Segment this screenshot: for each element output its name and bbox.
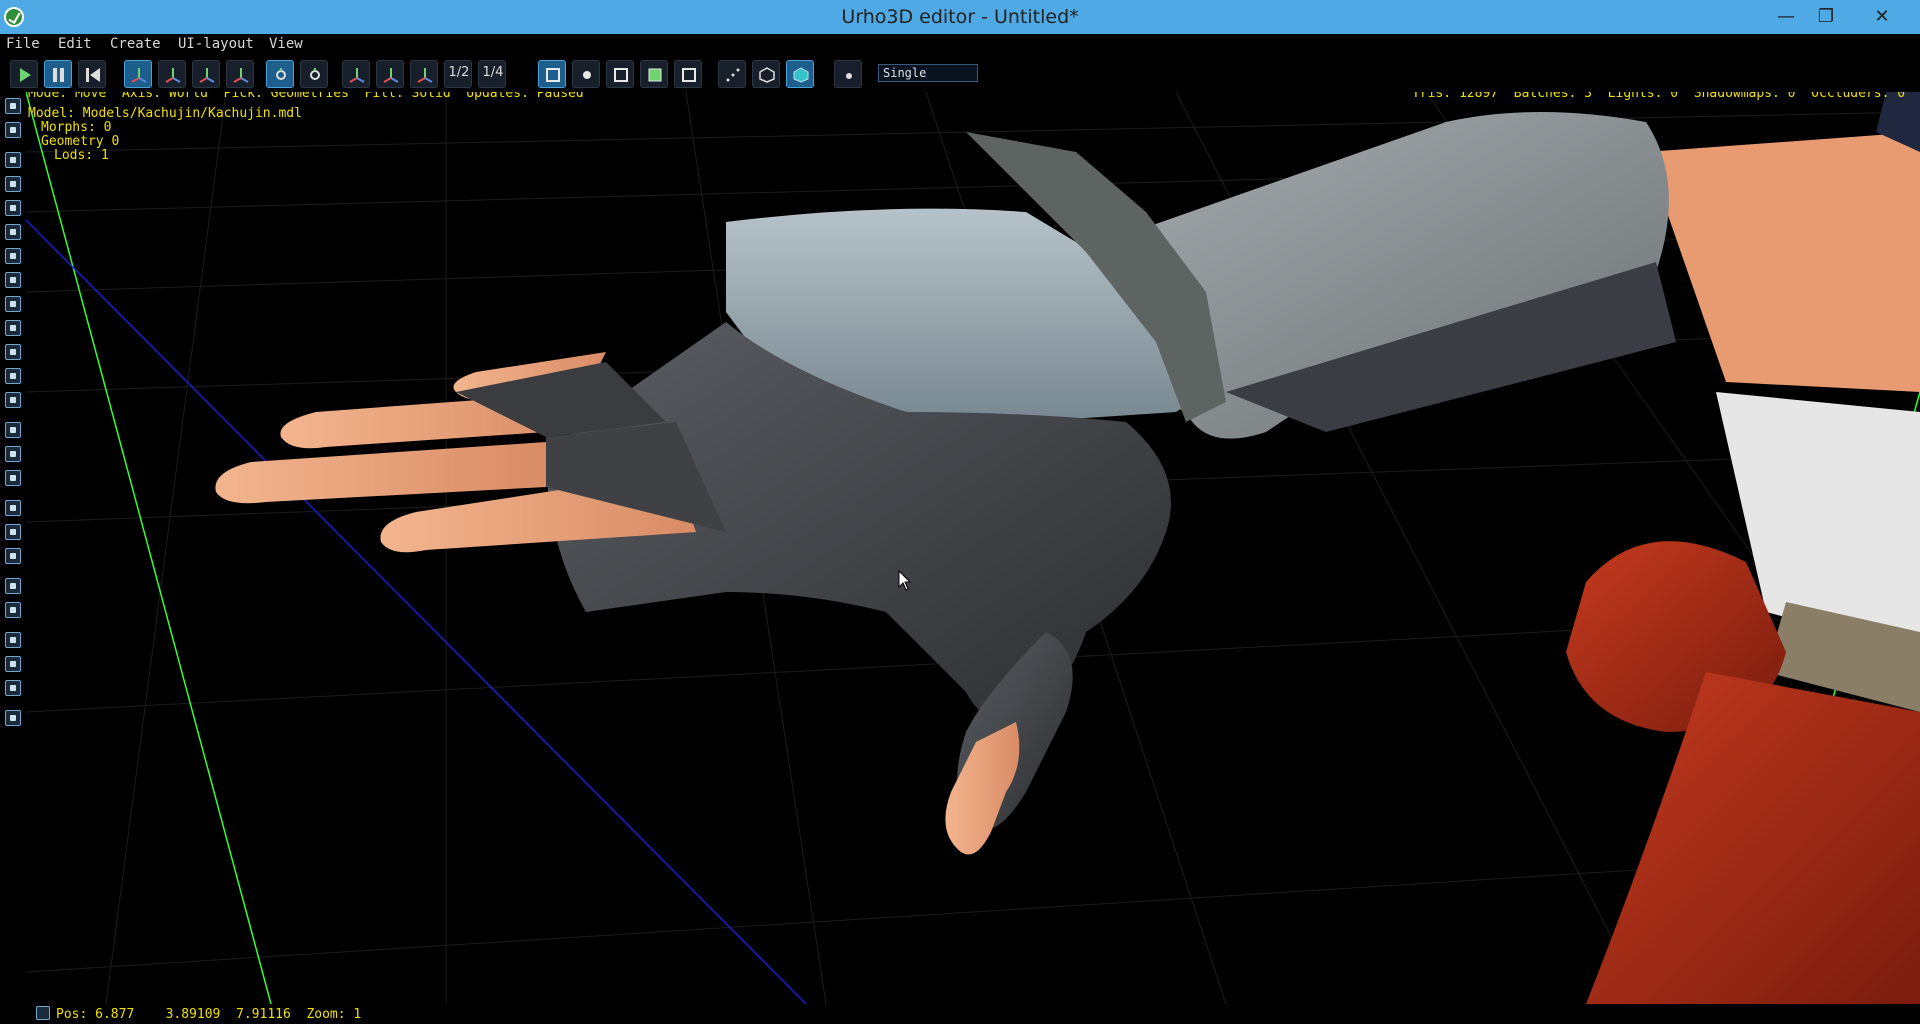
select-gizmo-icon bbox=[233, 68, 249, 83]
pick-zones-button[interactable] bbox=[606, 60, 634, 88]
left-tool-strip bbox=[0, 94, 26, 1014]
tool-grid-alt-button[interactable] bbox=[5, 656, 21, 672]
local-axis-icon bbox=[276, 68, 286, 80]
camera-icon bbox=[846, 73, 852, 79]
pick-lights-button[interactable] bbox=[572, 60, 600, 88]
tool-sound-button[interactable] bbox=[5, 422, 21, 438]
world-axis-button[interactable] bbox=[300, 60, 328, 88]
tool-sound-source-button[interactable] bbox=[5, 446, 21, 462]
finger-3 bbox=[215, 442, 546, 504]
scale-gizmo-button[interactable] bbox=[192, 60, 220, 88]
menu-edit[interactable]: Edit bbox=[58, 36, 92, 52]
rotate-gizmo-button[interactable] bbox=[158, 60, 186, 88]
menu-ui-layout[interactable]: UI-layout bbox=[178, 36, 254, 52]
camera-button[interactable] bbox=[834, 60, 862, 88]
tool-particle-button[interactable] bbox=[5, 296, 21, 312]
fill-wireframe-button[interactable] bbox=[752, 60, 780, 88]
menu-view[interactable]: View bbox=[269, 36, 303, 52]
pick-ui-icon bbox=[682, 68, 696, 82]
local-axis-button[interactable] bbox=[266, 60, 294, 88]
snap-scale-button[interactable] bbox=[410, 60, 438, 88]
minimize-button[interactable]: — bbox=[1766, 0, 1806, 34]
pick-lights-icon bbox=[583, 71, 591, 79]
tool-constraint-button[interactable] bbox=[5, 548, 21, 564]
tool-text3d-button[interactable] bbox=[5, 392, 21, 408]
snap-rotate-icon bbox=[383, 68, 399, 83]
tool-skybox-button[interactable] bbox=[5, 344, 21, 360]
tool-animation-button[interactable] bbox=[5, 500, 21, 516]
tool-ribbon-button[interactable] bbox=[5, 320, 21, 336]
tool-terrain-button[interactable] bbox=[5, 368, 21, 384]
menu-file[interactable]: File bbox=[6, 36, 40, 52]
select-gizmo-button[interactable] bbox=[226, 60, 254, 88]
play-button[interactable] bbox=[10, 60, 38, 88]
pick-geometries-button[interactable] bbox=[538, 60, 566, 88]
snap-translate-button[interactable] bbox=[342, 60, 370, 88]
snap-quarter-button[interactable]: 1/4 bbox=[478, 60, 506, 88]
mode-info: Mode: Move Axis: World Pick: Geometries … bbox=[28, 92, 584, 101]
status-bar: Pos: 6.877 3.89109 7.91116 Zoom: 1 bbox=[0, 1004, 1920, 1024]
fill-solid-button[interactable] bbox=[786, 60, 814, 88]
tool-light-button[interactable] bbox=[5, 176, 21, 192]
tool-node-button[interactable] bbox=[5, 98, 21, 114]
move-gizmo-icon bbox=[131, 68, 147, 83]
camera-mode-icon[interactable] bbox=[36, 1006, 50, 1020]
pause-button[interactable] bbox=[44, 60, 72, 88]
status-position: Pos: 6.877 3.89109 7.91116 Zoom: 1 bbox=[56, 1007, 362, 1022]
render-stats: Tris: 12897 Batches: 3 Lights: 0 Shadowm… bbox=[1412, 92, 1906, 101]
scene-render bbox=[26, 92, 1920, 1004]
menu-bar: File Edit Create UI-layout View bbox=[0, 34, 1920, 54]
tool-camera-button[interactable] bbox=[5, 152, 21, 168]
snap-rotate-button[interactable] bbox=[376, 60, 404, 88]
close-button[interactable]: ✕ bbox=[1860, 0, 1904, 34]
restart-button[interactable] bbox=[78, 60, 106, 88]
fill-wireframe-icon bbox=[759, 67, 775, 83]
tool-billboard-button[interactable] bbox=[5, 272, 21, 288]
pick-rigidbodies-button[interactable] bbox=[640, 60, 668, 88]
model-path: Model: Models/Kachujin/Kachujin.mdl bbox=[28, 106, 302, 121]
world-axis-icon bbox=[310, 68, 320, 80]
maximize-button[interactable]: ❐ bbox=[1806, 0, 1846, 34]
snap-translate-icon bbox=[349, 68, 365, 83]
geometry-label: Geometry 0 bbox=[41, 134, 120, 149]
title-bar: Urho3D editor - Untitled* — ❐ ✕ bbox=[0, 0, 1920, 34]
snap-scale-icon bbox=[417, 68, 433, 83]
snap-half-label: 1/2 bbox=[448, 65, 470, 80]
move-gizmo-button[interactable] bbox=[124, 60, 152, 88]
lods-count: Lods: 1 bbox=[54, 148, 109, 163]
snap-half-button[interactable]: 1/2 bbox=[444, 60, 472, 88]
snap-quarter-label: 1/4 bbox=[482, 65, 504, 80]
tool-component-button[interactable] bbox=[5, 122, 21, 138]
menu-create[interactable]: Create bbox=[110, 36, 161, 52]
scale-gizmo-icon bbox=[199, 68, 215, 83]
pick-ui-button[interactable] bbox=[674, 60, 702, 88]
tool-navigation-button[interactable] bbox=[5, 578, 21, 594]
tool-animated-model-button[interactable] bbox=[5, 248, 21, 264]
pick-geometries-icon bbox=[546, 68, 560, 82]
3d-viewport[interactable]: Mode: Move Axis: World Pick: Geometries … bbox=[26, 92, 1920, 1004]
tool-script-button[interactable] bbox=[5, 602, 21, 618]
tool-ui-button[interactable] bbox=[5, 710, 21, 726]
upper-arm bbox=[1646, 132, 1920, 392]
pick-rigidbodies-icon bbox=[648, 68, 662, 82]
tool-edit-button[interactable] bbox=[5, 680, 21, 696]
mouse-cursor-icon bbox=[898, 570, 912, 591]
rotate-gizmo-icon bbox=[165, 68, 181, 83]
tool-listener-button[interactable] bbox=[5, 470, 21, 486]
y-axis-line bbox=[26, 92, 272, 1004]
z-axis-line bbox=[26, 219, 807, 1004]
fill-points-icon bbox=[726, 68, 740, 82]
fill-solid-icon bbox=[793, 67, 809, 83]
fill-points-button[interactable] bbox=[718, 60, 746, 88]
tool-collision-button[interactable] bbox=[5, 524, 21, 540]
pick-zones-icon bbox=[614, 68, 628, 82]
morphs-count: Morphs: 0 bbox=[41, 120, 112, 135]
tool-grid-button[interactable] bbox=[5, 632, 21, 648]
view-mode-select[interactable]: Single bbox=[878, 64, 978, 82]
thumb-tip bbox=[945, 722, 1020, 855]
tool-static-model-button[interactable] bbox=[5, 224, 21, 240]
window-title: Urho3D editor - Untitled* bbox=[841, 6, 1079, 28]
tool-zone-button[interactable] bbox=[5, 200, 21, 216]
